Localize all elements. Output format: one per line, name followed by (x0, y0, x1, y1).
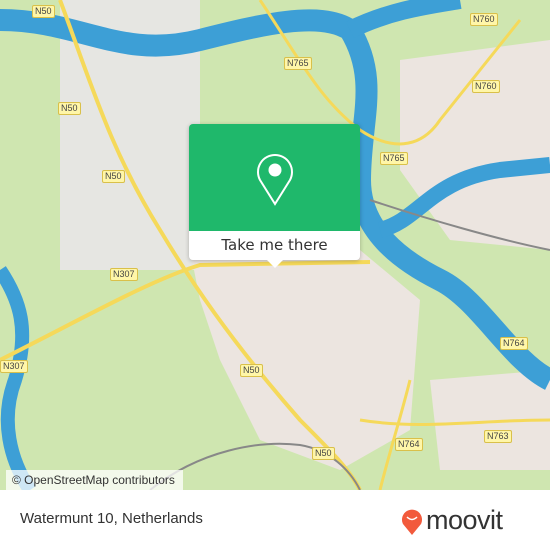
urban-area (190, 250, 420, 470)
moovit-logo[interactable]: moovit (400, 505, 503, 536)
road-label: N764 (395, 438, 423, 451)
road-label: N307 (110, 268, 138, 281)
road-label: N765 (284, 57, 312, 70)
road-label: N50 (58, 102, 81, 115)
road-label: N760 (470, 13, 498, 26)
osm-attribution[interactable]: © OpenStreetMap contributors (6, 470, 183, 490)
address-text: Watermunt 10, Netherlands (20, 510, 203, 527)
road-label: N763 (484, 430, 512, 443)
road-label: N50 (102, 170, 125, 183)
moovit-wordmark: moovit (426, 505, 503, 535)
road-label: N307 (0, 360, 28, 373)
road-label: N765 (380, 152, 408, 165)
road-label: N50 (312, 447, 335, 460)
footer: Watermunt 10, Netherlands moovit (0, 490, 550, 550)
take-me-there-popup[interactable]: Take me there (189, 124, 360, 268)
popup-pointer (267, 260, 283, 268)
road-label: N50 (32, 5, 55, 18)
map-pin-icon (257, 154, 293, 206)
road-label: N760 (472, 80, 500, 93)
popup-header (189, 124, 360, 231)
take-me-there-button[interactable]: Take me there (189, 231, 360, 260)
road-label: N764 (500, 337, 528, 350)
river-west (0, 266, 36, 490)
urban-area-east (400, 40, 550, 250)
moovit-pin-icon (402, 509, 422, 535)
river-north (345, 0, 462, 39)
road-label: N50 (240, 364, 263, 377)
